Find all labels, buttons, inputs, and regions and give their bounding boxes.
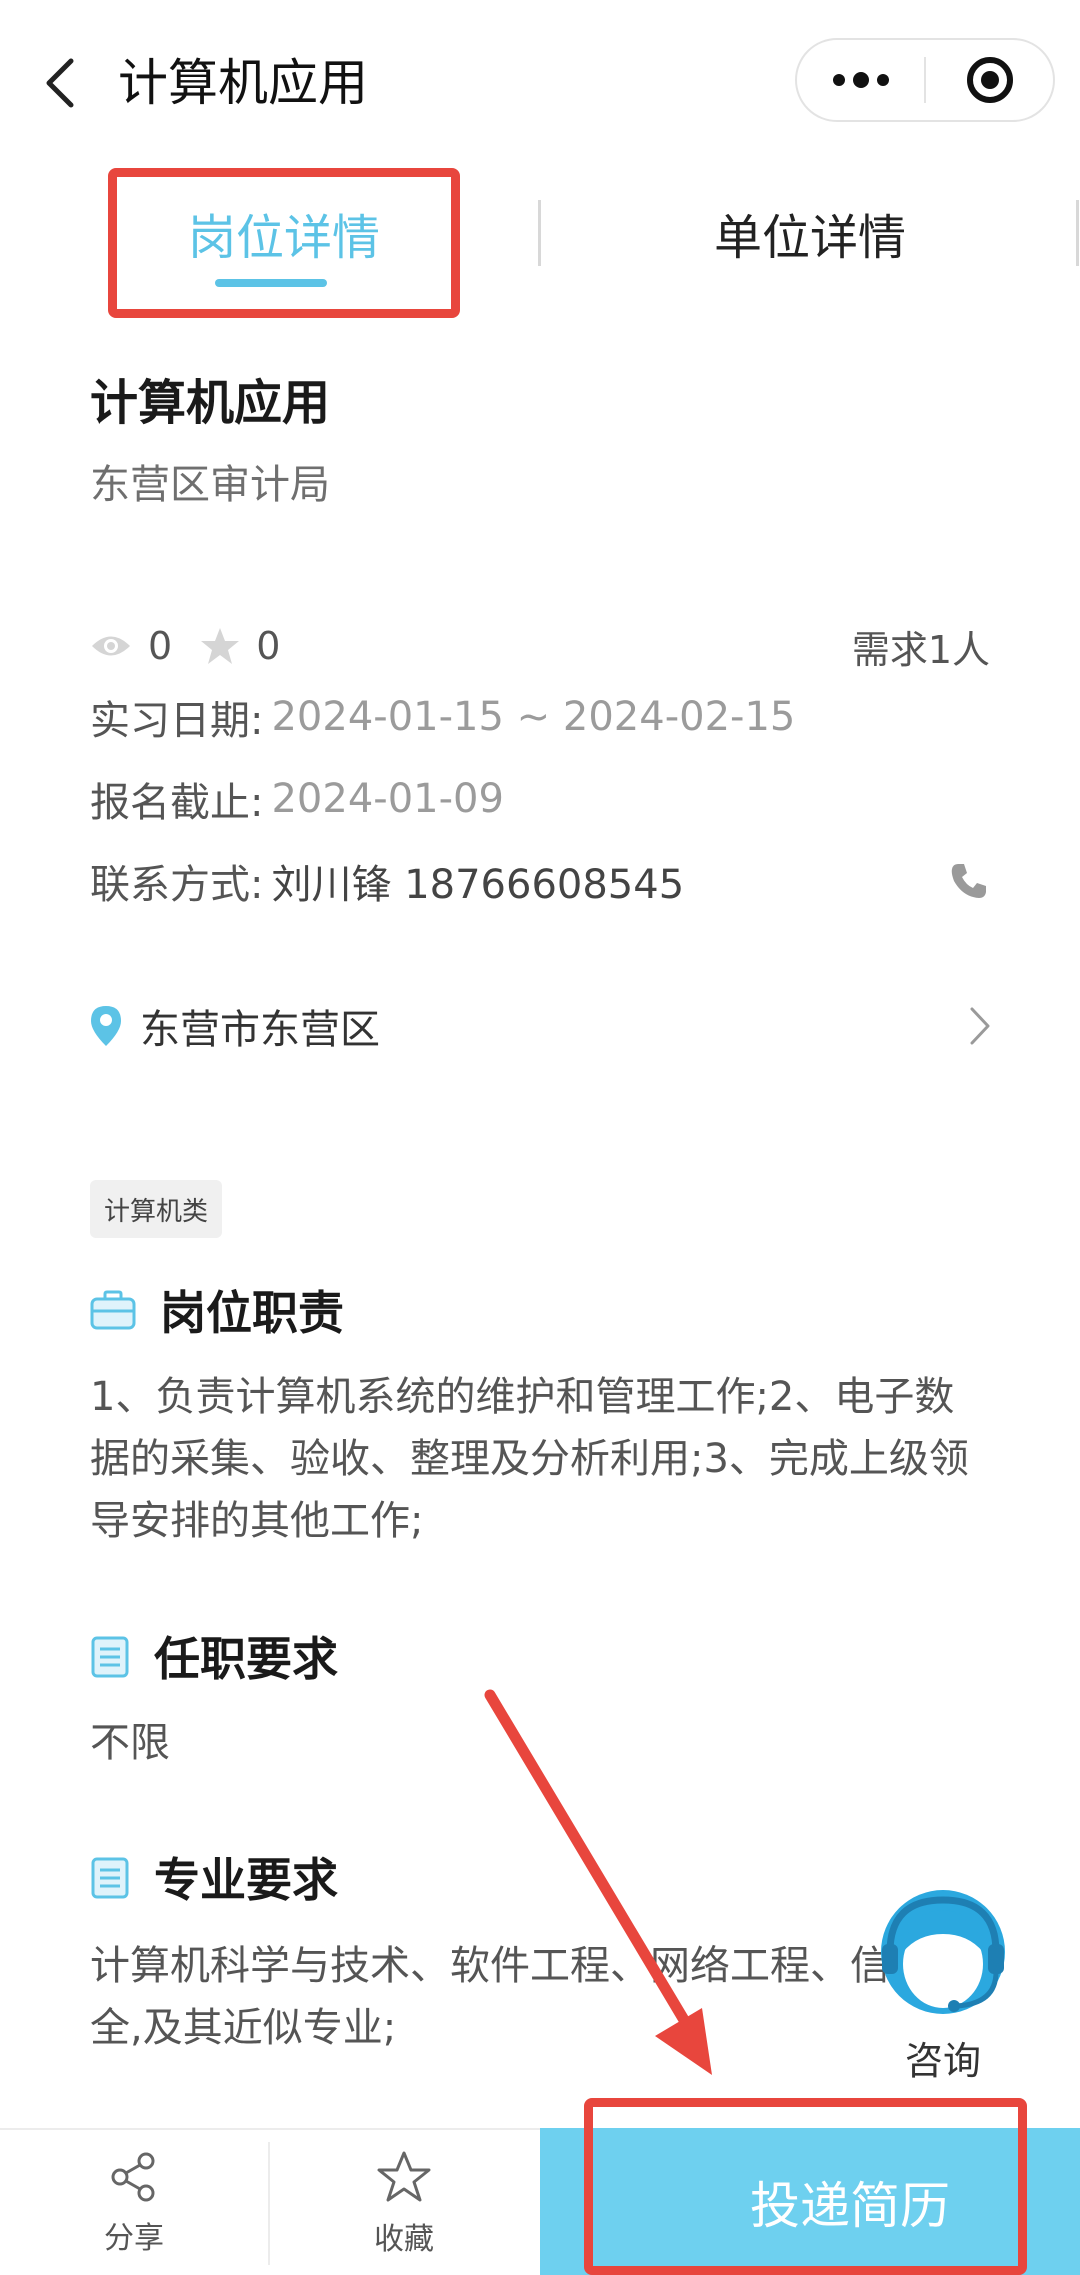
clipboard-icon (91, 1636, 129, 1678)
back-arrow-icon (46, 58, 74, 108)
mini-program-close-icon (966, 57, 1013, 103)
chevron-right-icon (960, 1000, 1000, 1052)
deadline-label: 报名截止: (90, 780, 264, 826)
location-row[interactable]: 东营市东营区 (90, 990, 1000, 1062)
favorite-count: 0 (200, 624, 280, 668)
requirements-text: 不限 (90, 1720, 170, 1766)
annotation-highlight-tab (108, 168, 460, 318)
duties-line: 1、负责计算机系统的维护和管理工作;2、电子数 (90, 1374, 955, 1420)
deadline-value: 2024-01-09 (271, 776, 504, 822)
category-tag: 计算机类 (90, 1180, 223, 1238)
duties-line: 导安排的其他工作; (90, 1498, 424, 1544)
more-button[interactable] (797, 40, 924, 120)
close-mini-program-button[interactable] (926, 40, 1053, 120)
share-button[interactable]: 分享 (0, 2130, 268, 2275)
back-button[interactable] (32, 48, 88, 118)
company-name: 东营区审计局 (90, 462, 330, 508)
star-icon (200, 627, 240, 665)
consult-button[interactable]: 咨询 (868, 1882, 1018, 2083)
requirements-title: 任职要求 (154, 1632, 338, 1686)
favorite-count-value: 0 (256, 624, 281, 668)
internship-date-row: 实习日期: 2024-01-15 ~ 2024-02-15 (90, 684, 1010, 750)
contact-value: 刘川锋 18766608545 (271, 862, 685, 908)
mini-program-capsule (795, 38, 1055, 122)
location-text: 东营市东营区 (140, 1007, 380, 1053)
tab-divider-edge (1076, 200, 1079, 266)
headcount-need: 需求1人 (851, 627, 990, 672)
consult-label: 咨询 (904, 2039, 981, 2083)
majors-title: 专业要求 (154, 1853, 338, 1907)
majors-heading: 专业要求 (90, 1843, 338, 1911)
share-label: 分享 (104, 2220, 164, 2256)
requirements-heading: 任职要求 (90, 1622, 338, 1690)
annotation-highlight-submit (584, 2098, 1027, 2275)
customer-service-icon (881, 1890, 1005, 2014)
duties-title: 岗位职责 (160, 1286, 344, 1340)
location-pin-icon (91, 1006, 121, 1046)
stats-row: 0 0 需求1人 (90, 612, 990, 680)
majors-line: 全,及其近似专业; (90, 2005, 397, 2051)
phone-icon (951, 864, 986, 898)
view-count-value: 0 (148, 624, 173, 668)
internship-date-value: 2024-01-15 ~ 2024-02-15 (271, 694, 796, 740)
duties-heading: 岗位职责 (90, 1276, 344, 1344)
internship-date-label: 实习日期: (90, 698, 264, 744)
duties-text: 1、负责计算机系统的维护和管理工作;2、电子数 据的采集、验收、整理及分析利用;… (90, 1366, 990, 1552)
job-title: 计算机应用 (90, 375, 331, 431)
star-outline-icon (377, 2151, 431, 2201)
favorite-button[interactable]: 收藏 (270, 2130, 538, 2275)
majors-text: 计算机科学与技术、软件工程、网络工程、信息安 全,及其近似专业; (90, 1935, 990, 2059)
duties-line: 据的采集、验收、整理及分析利用;3、完成上级领 (90, 1436, 969, 1482)
favorite-label: 收藏 (374, 2221, 434, 2257)
eye-icon (90, 633, 132, 659)
call-button[interactable] (944, 856, 994, 906)
majors-line: 计算机科学与技术、软件工程、网络工程、信息安 (90, 1943, 970, 1989)
deadline-row: 报名截止: 2024-01-09 (90, 766, 1010, 832)
share-icon (111, 2152, 155, 2201)
contact-row: 联系方式: 刘川锋 18766608545 (90, 848, 1010, 914)
tab-unit-details[interactable]: 单位详情 (590, 188, 1030, 278)
clipboard-icon (91, 1857, 129, 1899)
more-dots-icon (832, 72, 889, 88)
contact-label: 联系方式: (90, 862, 264, 908)
tab-divider (538, 200, 541, 266)
view-count: 0 (90, 624, 172, 668)
page-title: 计算机应用 (118, 54, 368, 112)
briefcase-icon (90, 1290, 136, 1330)
